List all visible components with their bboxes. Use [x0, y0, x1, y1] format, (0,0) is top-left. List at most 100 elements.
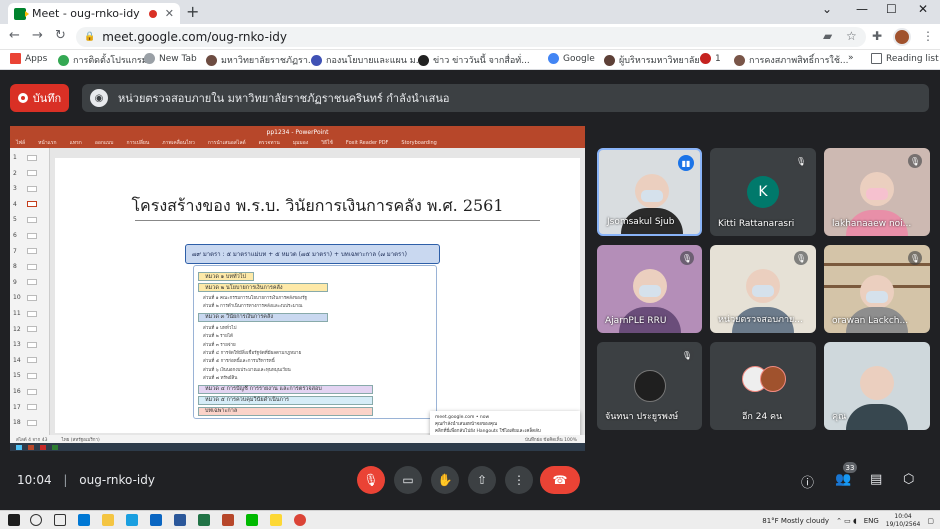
participant-tile[interactable]: 🎙 orawan Lackch... [824, 245, 930, 333]
participant-tile[interactable]: 🎙 จันทนา ประยูรพงษ์ [597, 342, 702, 430]
slide-thumbnail[interactable]: 9 [13, 279, 37, 286]
chevron-down-icon[interactable]: ⌄ [822, 2, 832, 16]
participant-tile[interactable]: 🎙 หน่วยตรวจสอบภาย... [710, 245, 816, 333]
present-button[interactable]: ⇧ [468, 466, 496, 494]
chat-icon[interactable]: ▤ [870, 472, 882, 487]
bookmark-item[interactable]: ผู้บริหารมหาวิทยาลัย [604, 53, 700, 67]
slide-thumbnail[interactable]: 11 [13, 310, 37, 317]
close-window-button[interactable]: ✕ [918, 2, 928, 16]
explorer-icon[interactable] [102, 514, 114, 526]
ppt-ribbon-tab[interactable]: การนำเสนอสไลด์ [208, 139, 246, 147]
participant-tile[interactable]: 🎙 AjarnPLE RRU [597, 245, 702, 333]
ppt-ribbon-tab[interactable]: ตรวจทาน [259, 139, 280, 147]
ppt-ribbon-tab[interactable]: Storyboarding [401, 140, 436, 146]
ppt-ribbon-tab[interactable]: ภาพเคลื่อนไหว [162, 139, 195, 147]
bookmarks-overflow-icon[interactable]: » [848, 53, 854, 63]
participant-tile[interactable]: 🎙 lakhanaaew noi... [824, 148, 930, 236]
search-icon[interactable] [30, 514, 42, 526]
reading-list[interactable]: Reading list [871, 53, 939, 64]
self-tile[interactable]: คุณ [824, 342, 930, 430]
forward-button[interactable]: → [32, 28, 43, 43]
star-icon[interactable]: ☆ [846, 29, 857, 43]
ppt-ribbon-tab[interactable]: แทรก [70, 139, 82, 147]
ppt-ribbon-tab[interactable]: ออกแบบ [95, 139, 114, 147]
pinned-app-icon[interactable] [150, 514, 162, 526]
slide-thumbnail[interactable]: 5 [13, 216, 37, 223]
address-bar[interactable]: 🔒 meet.google.com/oug-rnko-idy [76, 27, 866, 47]
leave-call-button[interactable]: ☎ [540, 466, 580, 494]
powerpoint-taskbar-icon[interactable] [222, 514, 234, 526]
slide-thumbnail[interactable]: 4 [13, 201, 37, 208]
store-icon[interactable] [78, 514, 90, 526]
slide-thumbnail[interactable]: 15 [13, 372, 37, 379]
close-tab-icon[interactable]: ✕ [165, 7, 174, 20]
raise-hand-button[interactable]: ✋ [431, 466, 459, 494]
mic-off-button[interactable]: 🎙 [357, 466, 385, 494]
task-view-icon[interactable] [54, 514, 66, 526]
slide-thumbnail[interactable]: 10 [13, 294, 37, 301]
more-options-button[interactable]: ⋮ [505, 466, 533, 494]
slide-thumbnail[interactable]: 2 [13, 170, 37, 177]
bookmark-item[interactable]: มหาวิทยาลัยราชภัฏรา... [206, 53, 316, 67]
ppt-ribbon-tab[interactable]: การเปลี่ยน [126, 139, 149, 147]
start-icon[interactable] [8, 514, 20, 526]
edge-icon[interactable] [126, 514, 138, 526]
slide-thumbnail[interactable]: 1 [13, 154, 37, 161]
bookmark-item[interactable]: กองนโยบายและแผน ม... [311, 53, 424, 67]
slide-thumbnail[interactable]: 8 [13, 263, 37, 270]
slide-number: 14 [13, 356, 21, 364]
system-clock[interactable]: 10:04 19/10/2564 [886, 513, 921, 529]
browser-tab[interactable]: Meet - oug-rnko-idy ✕ [8, 3, 180, 24]
slide-thumbnail[interactable]: 3 [13, 185, 37, 192]
menu-icon[interactable]: ⋮ [922, 29, 934, 43]
camera-icon[interactable]: ▰ [823, 29, 832, 43]
minimize-button[interactable]: — [856, 2, 868, 16]
slide-thumbnail[interactable]: 13 [13, 341, 37, 348]
maximize-button[interactable]: ☐ [886, 2, 897, 16]
slide-thumbnail[interactable]: 12 [13, 326, 37, 333]
ppt-ribbon-tab[interactable]: ไฟล์ [16, 139, 25, 147]
language-indicator[interactable]: ENG [864, 517, 879, 525]
bookmark-google[interactable]: Google [548, 53, 595, 64]
shared-screen[interactable]: pp1234 - PowerPoint ไฟล์ หน้าแรก แทรก ออกแบ… [10, 126, 585, 451]
slide-thumbnail[interactable]: 7 [13, 248, 37, 255]
pinned-app-icon[interactable] [270, 514, 282, 526]
people-icon[interactable]: 👥 [835, 472, 851, 487]
info-icon[interactable]: ⓘ [801, 472, 814, 491]
tray-icons[interactable]: ⌃ ▭ ◖ [836, 517, 857, 525]
record-button[interactable]: บันทึก [10, 84, 69, 112]
back-button[interactable]: ← [9, 28, 20, 43]
muted-mic-icon: 🎙 [908, 251, 922, 265]
reload-button[interactable]: ↻ [55, 28, 66, 43]
excel-icon[interactable] [198, 514, 210, 526]
participant-tile[interactable]: K 🎙 Kitti Rattanarasri [710, 148, 816, 236]
extensions-icon[interactable]: ✚ [872, 29, 882, 43]
bookmark-item[interactable]: 1 [700, 53, 721, 64]
bookmark-apps[interactable]: Apps [10, 53, 47, 64]
slide-thumbnail[interactable]: 6 [13, 232, 37, 239]
slide-thumbnail[interactable]: 17 [13, 404, 37, 411]
ppt-ribbon-tab[interactable]: หน้าแรก [38, 139, 56, 147]
slide-thumb-preview [27, 232, 37, 239]
bookmark-item[interactable]: การคงสภาพสิทธิ์การใช้... [734, 53, 849, 67]
bookmark-item[interactable]: New Tab [144, 53, 197, 64]
bookmark-item[interactable]: ข่าว ข่าววันนี้ จากสื่อทั่... [418, 53, 530, 67]
weather-status[interactable]: 81°F Mostly cloudy [762, 517, 829, 525]
slide-thumbnail[interactable]: 18 [13, 419, 37, 426]
activities-icon[interactable]: ⬡ [903, 472, 914, 487]
ppt-ribbon-tab[interactable]: มุมมอง [293, 139, 308, 147]
profile-avatar[interactable] [893, 28, 911, 46]
bookmark-item[interactable]: การติดตั้งโปรแกรม [58, 53, 148, 67]
line-icon[interactable] [246, 514, 258, 526]
chrome-icon[interactable] [294, 514, 306, 526]
slide-thumbnail[interactable]: 14 [13, 357, 37, 364]
others-tile[interactable]: อีก 24 คน [710, 342, 816, 430]
notification-icon[interactable]: ▢ [927, 517, 934, 525]
ppt-ribbon-tab[interactable]: Foxit Reader PDF [346, 140, 389, 146]
participant-tile[interactable]: ▮▮ Jsomsakul Sjub [597, 148, 702, 236]
camera-button[interactable]: ▭ [394, 466, 422, 494]
new-tab-button[interactable]: + [186, 2, 199, 21]
word-icon[interactable] [174, 514, 186, 526]
slide-thumbnail[interactable]: 16 [13, 388, 37, 395]
ppt-ribbon-tab[interactable]: วิธีใช้ [321, 139, 333, 147]
